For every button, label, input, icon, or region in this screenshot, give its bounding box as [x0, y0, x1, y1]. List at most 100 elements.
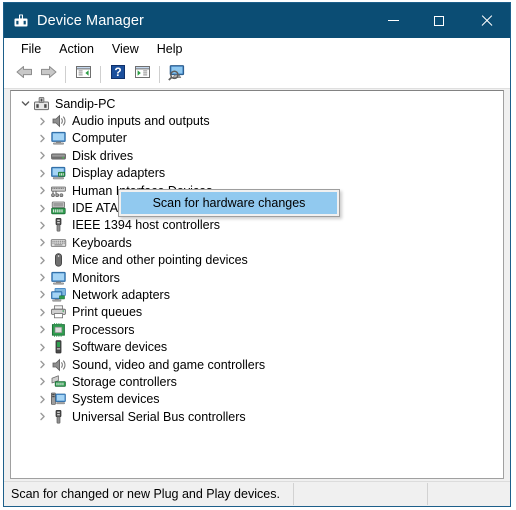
- tree-label: Monitors: [72, 270, 120, 285]
- tree-row-print-queues[interactable]: Print queues: [11, 304, 503, 321]
- monitor-icon: [50, 270, 67, 286]
- speaker-icon: [50, 113, 67, 129]
- chevron-right-icon[interactable]: [35, 343, 50, 352]
- tree-row-network-adapters[interactable]: Network adapters: [11, 286, 503, 303]
- computer-root-icon: [33, 96, 50, 112]
- chevron-right-icon[interactable]: [35, 134, 50, 143]
- title-bar: Device Manager: [4, 3, 510, 38]
- maximize-icon: [434, 15, 444, 26]
- tree-row-root[interactable]: Sandip-PC: [11, 95, 503, 112]
- svg-text:?: ?: [114, 65, 121, 79]
- close-button[interactable]: [462, 3, 510, 38]
- caption-button-group: [370, 3, 510, 38]
- gamepad-icon: [50, 183, 67, 199]
- keyboard-icon: [50, 235, 67, 251]
- minimize-button[interactable]: [370, 3, 416, 38]
- help-button[interactable]: ?: [106, 63, 130, 86]
- tree-label: Universal Serial Bus controllers: [72, 409, 246, 424]
- content-area: Sandip-PC Audio inputs and outputs Compu…: [4, 89, 510, 481]
- tree-row-storage-controllers[interactable]: Storage controllers: [11, 373, 503, 390]
- toolbar: ?: [4, 61, 510, 89]
- status-message: Scan for changed or new Plug and Play de…: [11, 487, 280, 501]
- monitor-icon: [50, 130, 67, 146]
- maximize-button[interactable]: [416, 3, 462, 38]
- tree-row-display-adapters[interactable]: Display adapters: [11, 165, 503, 182]
- window-title: Device Manager: [37, 12, 144, 29]
- status-cell-2: [294, 482, 427, 506]
- tree-label: Network adapters: [72, 287, 170, 302]
- tree-row-sound-video-and-game-controllers[interactable]: Sound, video and game controllers: [11, 356, 503, 373]
- tree-label: Processors: [72, 322, 135, 337]
- properties-icon: [75, 64, 92, 85]
- tree-row-monitors[interactable]: Monitors: [11, 269, 503, 286]
- tree-label: Sound, video and game controllers: [72, 357, 266, 372]
- chevron-right-icon[interactable]: [35, 256, 50, 265]
- minimize-icon: [387, 20, 399, 21]
- device-tree: Sandip-PC Audio inputs and outputs Compu…: [11, 91, 503, 425]
- software-device-icon: [50, 339, 67, 355]
- tree-row-universal-serial-bus-controllers[interactable]: Universal Serial Bus controllers: [11, 408, 503, 425]
- menu-item-view[interactable]: View: [103, 40, 148, 59]
- chevron-right-icon[interactable]: [35, 273, 50, 282]
- tree-label: Keyboards: [72, 235, 132, 250]
- chevron-right-icon[interactable]: [35, 308, 50, 317]
- toolbar-separator-1: [65, 66, 66, 83]
- plug-icon: [50, 217, 67, 233]
- tree-row-disk-drives[interactable]: Disk drives: [11, 147, 503, 164]
- tree-label: Computer: [72, 131, 127, 146]
- back-button[interactable]: [12, 63, 36, 86]
- device-manager-window: Device Manager File Action View Help ? S…: [3, 2, 511, 507]
- device-manager-icon: [13, 13, 29, 29]
- printer-icon: [50, 304, 67, 320]
- menu-item-file[interactable]: File: [12, 40, 50, 59]
- tree-row-mice-and-other-pointing-devices[interactable]: Mice and other pointing devices: [11, 252, 503, 269]
- chevron-down-icon[interactable]: [18, 99, 33, 108]
- menu-item-help[interactable]: Help: [148, 40, 192, 59]
- toolbar-separator-3: [159, 66, 160, 83]
- chevron-right-icon[interactable]: [35, 151, 50, 160]
- tree-label-root: Sandip-PC: [55, 96, 116, 111]
- tree-row-software-devices[interactable]: Software devices: [11, 338, 503, 355]
- tree-row-processors[interactable]: Processors: [11, 321, 503, 338]
- scan-hardware-changes-button[interactable]: [165, 63, 189, 86]
- toolbar-separator-2: [100, 66, 101, 83]
- show-hidden-devices-button[interactable]: [130, 63, 154, 86]
- tree-label: Audio inputs and outputs: [72, 114, 210, 129]
- tree-row-computer[interactable]: Computer: [11, 130, 503, 147]
- processor-icon: [50, 322, 67, 338]
- tree-label: System devices: [72, 392, 160, 407]
- chevron-right-icon[interactable]: [35, 290, 50, 299]
- storage-controller-icon: [50, 374, 67, 390]
- scan-hardware-changes-icon: [167, 64, 187, 86]
- tree-label: Mice and other pointing devices: [72, 253, 248, 268]
- show-hidden-devices-icon: [134, 64, 151, 85]
- chevron-right-icon[interactable]: [35, 204, 50, 213]
- menu-item-action[interactable]: Action: [50, 40, 103, 59]
- forward-arrow-icon: [39, 64, 58, 85]
- properties-button[interactable]: [71, 63, 95, 86]
- chevron-right-icon[interactable]: [35, 412, 50, 421]
- tree-row-system-devices[interactable]: System devices: [11, 391, 503, 408]
- context-menu[interactable]: Scan for hardware changes: [118, 189, 340, 217]
- chevron-right-icon[interactable]: [35, 117, 50, 126]
- chevron-right-icon[interactable]: [35, 360, 50, 369]
- chevron-right-icon[interactable]: [35, 377, 50, 386]
- menu-bar: File Action View Help: [4, 38, 510, 61]
- tree-label: Software devices: [72, 340, 168, 355]
- chevron-right-icon[interactable]: [35, 186, 50, 195]
- chevron-right-icon[interactable]: [35, 221, 50, 230]
- tree-row-audio-inputs-and-outputs[interactable]: Audio inputs and outputs: [11, 112, 503, 129]
- chevron-right-icon[interactable]: [35, 395, 50, 404]
- chevron-right-icon[interactable]: [35, 325, 50, 334]
- tree-label: Display adapters: [72, 166, 166, 181]
- chevron-right-icon[interactable]: [35, 238, 50, 247]
- forward-button[interactable]: [36, 63, 60, 86]
- tree-row-keyboards[interactable]: Keyboards: [11, 234, 503, 251]
- status-cell-3: [428, 482, 510, 506]
- tree-row-ieee-1394-host-controllers[interactable]: IEEE 1394 host controllers: [11, 217, 503, 234]
- chevron-right-icon[interactable]: [35, 169, 50, 178]
- close-icon: [480, 14, 493, 27]
- back-arrow-icon: [15, 64, 34, 85]
- device-tree-panel[interactable]: Sandip-PC Audio inputs and outputs Compu…: [10, 90, 504, 479]
- context-menu-item-scan-for-hardware-changes[interactable]: Scan for hardware changes: [121, 192, 337, 214]
